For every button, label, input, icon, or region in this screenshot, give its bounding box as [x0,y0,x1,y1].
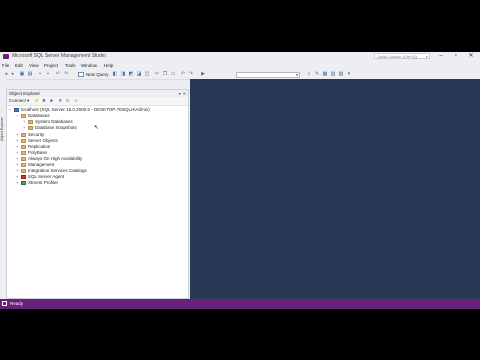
tree-node-xevent-profiler[interactable]: + XEvent Profiler [16,180,58,186]
database-query-icon[interactable]: ◧ [112,72,118,77]
toolbox-icon[interactable]: ▥ [330,72,336,77]
undo-icon[interactable]: ↶ [55,72,61,77]
folder-icon [21,168,26,173]
tree-node-label: Security [28,132,45,137]
object-explorer-toolbar: Connect ▾ ⚡ ✖ ■ ▼ ↻ ∿ [7,97,188,106]
refresh-icon[interactable]: ↻ [66,98,70,104]
dax-query-icon[interactable]: ◫ [144,72,150,77]
chevron-down-icon: ▾ [295,72,298,77]
tree-node-label: System Databases [35,119,73,124]
sql-agent-icon [21,174,26,179]
tree-node-label: XEvent Profiler [28,180,59,185]
panel-options-icon[interactable]: ▾ ✕ [179,90,186,97]
minimize-button[interactable]: – [434,52,448,60]
window-title: Microsoft SQL Server Management Studio [12,53,106,59]
mdx-query-icon[interactable]: ◨ [120,72,126,77]
status-icon [2,301,7,306]
tree-node-database-snapshots[interactable]: + Database Snapshots [23,125,77,131]
menu-file[interactable]: File [2,63,9,69]
paste-icon[interactable]: ▭ [170,72,176,77]
tree-node-label: PolyBase [28,150,48,155]
ssms-window: Microsoft SQL Server Management Studio Q… [0,52,480,309]
status-text: Ready [10,301,24,306]
filter-icon[interactable]: ▼ [58,98,62,104]
menu-tools[interactable]: Tools [65,63,76,69]
solution-explorer-icon[interactable]: ▧ [338,72,344,77]
dmx-query-icon[interactable]: ◩ [128,72,134,77]
save-icon[interactable]: ▪ [37,72,43,77]
status-bar: Ready [0,299,480,309]
tree-node-label: Always On High Availability [28,156,83,161]
menu-help[interactable]: Help [104,63,113,69]
tree-node-label: Databases [28,113,50,118]
solution-config-combo[interactable]: ▾ [236,72,300,78]
tree-node-label: Replication [28,144,51,149]
debug-start-icon[interactable]: ▶ [200,72,206,77]
folder-icon [28,119,33,124]
xmla-query-icon[interactable]: ◪ [136,72,142,77]
folder-icon [21,156,26,161]
maximize-button[interactable]: ▫ [449,52,463,60]
menu-bar: File Edit View Project Tools Window Help [0,62,480,70]
folder-icon [21,150,26,155]
stop-icon[interactable]: ■ [50,98,53,104]
activity-monitor-icon[interactable]: ∿ [74,98,78,104]
wrench-icon[interactable]: ✎ [314,72,320,77]
open-icon[interactable]: ▤ [27,72,33,77]
search-icon: ⌕ [425,54,428,59]
undo2-icon[interactable]: ↶ [180,72,186,77]
connect-button[interactable]: Connect ▾ [9,98,29,104]
redo-icon[interactable]: ↷ [63,72,69,77]
quick-launch-placeholder: Quick Launch (Ctrl+Q) [377,54,417,59]
object-explorer-title: Object Explorer [9,91,41,96]
folder-icon [21,144,26,149]
connect-icon[interactable]: ⚡ [34,98,40,104]
object-explorer-panel: Object Explorer ▾ ✕ Connect ▾ ⚡ ✖ ■ ▼ ↻ … [6,89,189,299]
menu-window[interactable]: Window [81,63,97,69]
close-button[interactable]: ✕ [464,52,478,60]
redo2-icon[interactable]: ↷ [188,72,194,77]
xevent-profiler-icon [21,180,26,185]
save-all-icon[interactable]: ▪ [45,72,51,77]
tree-node-label: Server Objects [28,138,58,143]
forward-icon[interactable]: ▸ [10,72,16,77]
folder-icon [21,138,26,143]
document-well [190,79,480,299]
menu-project[interactable]: Project [44,63,58,69]
tree-node-label: Management [28,162,55,167]
copy-icon[interactable]: ❐ [162,72,168,77]
folder-icon [21,132,26,137]
find-icon[interactable]: ⌕ [306,72,312,77]
toolbar-options-icon[interactable]: ▾ [346,72,352,77]
new-query-label: New Query [86,72,109,77]
menu-edit[interactable]: Edit [15,63,23,69]
server-icon [14,107,19,112]
folder-icon [21,162,26,167]
tree-node-label: localhost (SQL Server 15.0.2000.5 - DESK… [21,107,150,112]
folder-icon [28,125,33,130]
back-icon[interactable]: ◂ [3,72,9,77]
object-explorer-header: Object Explorer ▾ ✕ [7,90,188,97]
folder-icon [21,113,26,118]
new-query-button[interactable]: New Query [78,71,109,78]
quick-launch-input[interactable]: Quick Launch (Ctrl+Q) ⌕ [374,53,430,59]
tree-node-label: Database Snapshots [35,125,77,130]
ssms-app-icon [3,54,9,59]
new-project-icon[interactable]: ▣ [19,72,25,77]
properties-icon[interactable]: ▦ [322,72,328,77]
tree-node-label: Integration Services Catalogs [28,168,87,173]
cut-icon[interactable]: ✂ [154,72,160,77]
menu-view[interactable]: View [29,63,39,69]
new-query-icon [78,72,84,77]
disconnect-icon[interactable]: ✖ [42,98,46,104]
mouse-cursor-icon: ↖ [94,125,100,131]
title-bar: Microsoft SQL Server Management Studio Q… [0,52,480,61]
tree-node-label: SQL Server Agent [28,174,65,179]
